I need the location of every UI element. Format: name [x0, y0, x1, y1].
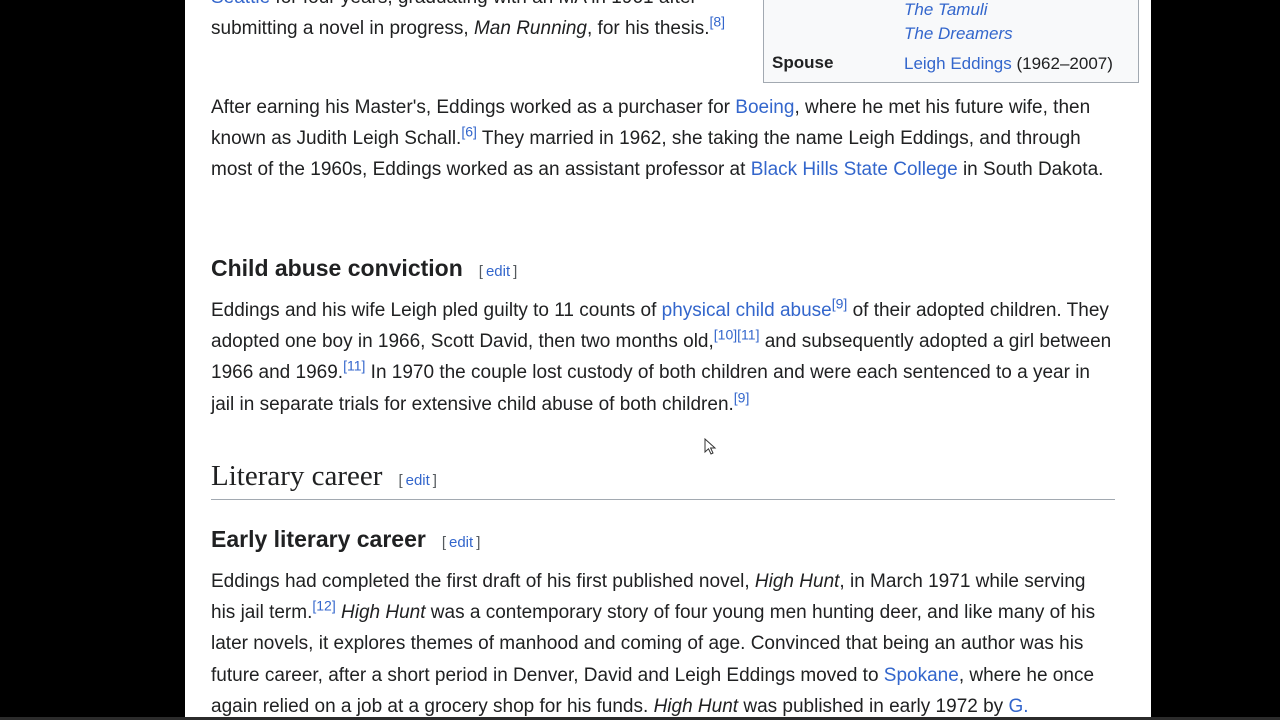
citation-ref: [6] [461, 124, 477, 140]
link-physical-child-abuse[interactable]: physical child abuse [662, 300, 832, 321]
bracket: ] [432, 472, 437, 489]
citation-ref: [12] [312, 598, 335, 614]
link-seattle[interactable]: Seattle [211, 0, 270, 8]
italic-title: High Hunt [341, 602, 426, 624]
link-black-hills-state-college[interactable]: Black Hills State College [751, 159, 958, 180]
link-leigh-eddings[interactable]: Leigh Eddings [904, 54, 1012, 73]
edit-link[interactable]: edit [486, 263, 510, 280]
citation-ref: [8] [710, 14, 726, 30]
citation-link[interactable]: [9] [734, 389, 750, 405]
paragraph-boeing: After earning his Master's, Eddings work… [211, 92, 1115, 186]
article-page: Seattle for four years, graduating with … [185, 0, 1151, 720]
text: in South Dakota. [957, 159, 1104, 181]
text: Eddings and his wife Leigh pled guilty t… [211, 300, 662, 321]
infobox-book-link[interactable]: The Dreamers [904, 24, 1013, 44]
citation-link[interactable]: [11] [737, 327, 759, 343]
citation-ref: [11] [343, 358, 365, 374]
infobox-book-link[interactable]: The Tamuli [904, 0, 987, 20]
infobox: The Tamuli The Dreamers Spouse Leigh Edd… [763, 0, 1139, 83]
bracket: ] [476, 534, 481, 551]
edit-link[interactable]: edit [406, 472, 430, 489]
edit-section: [edit] [479, 258, 518, 286]
paragraph-abuse: Eddings and his wife Leigh pled guilty t… [211, 295, 1115, 420]
link-spokane[interactable]: Spokane [884, 665, 959, 686]
citation-ref: [9] [734, 389, 750, 405]
link-publisher[interactable]: G. [1008, 696, 1028, 717]
italic-title: Man Running [473, 18, 587, 40]
text: After earning his Master's, Eddings work… [211, 97, 736, 118]
infobox-spouse-value: Leigh Eddings (1962–2007) [904, 54, 1113, 74]
citation-link[interactable]: [12] [312, 598, 335, 614]
heading-early-literary-career: Early literary career [edit] [211, 525, 480, 557]
link-boeing[interactable]: Boeing [735, 97, 794, 118]
section-divider [211, 499, 1115, 500]
citation-link[interactable]: [9] [832, 296, 848, 312]
citation-link[interactable]: [10] [714, 327, 737, 343]
mouse-pointer-icon [704, 438, 717, 455]
citation-link[interactable]: [6] [461, 124, 477, 140]
citation-link[interactable]: [11] [343, 358, 365, 374]
spouse-years: (1962–2007) [1011, 54, 1113, 73]
bracket: [ [441, 534, 446, 551]
edit-section: [edit] [398, 463, 437, 499]
paragraph-early-career: Eddings had completed the first draft of… [211, 566, 1115, 720]
edit-section: [edit] [442, 529, 481, 557]
heading-text: Literary career [211, 460, 383, 492]
text: , for his thesis. [587, 18, 710, 40]
bracket: ] [513, 263, 518, 280]
heading-literary-career: Literary career [edit] [211, 458, 437, 499]
italic-title: High Hunt [754, 571, 840, 592]
edit-link[interactable]: edit [449, 534, 473, 551]
heading-text: Child abuse conviction [211, 255, 463, 281]
citation-link[interactable]: [8] [710, 14, 726, 30]
text: was published in early 1972 by [738, 695, 1009, 717]
italic-title: High Hunt [653, 695, 739, 717]
heading-text: Early literary career [211, 526, 426, 552]
paragraph-education: Seattle for four years, graduating with … [211, 0, 731, 44]
citation-ref: [10][11] [714, 327, 760, 343]
infobox-spouse-label: Spouse [772, 53, 834, 72]
bracket: [ [398, 472, 403, 489]
heading-child-abuse-conviction: Child abuse conviction [edit] [211, 254, 517, 286]
text: Eddings had completed the first draft of… [211, 571, 755, 592]
citation-ref: [9] [832, 296, 848, 312]
bracket: [ [478, 263, 483, 280]
